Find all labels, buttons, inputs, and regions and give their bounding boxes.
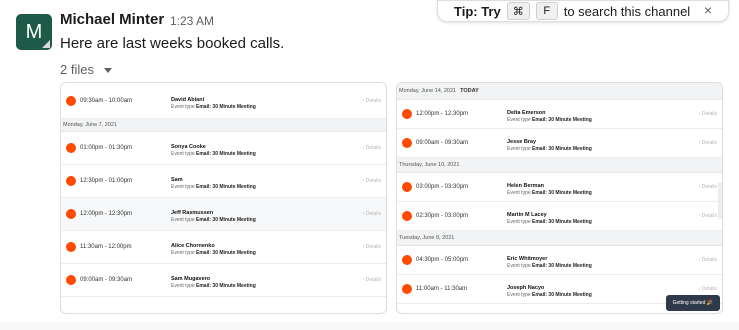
list-item: 09:00am - 09:30am Jesse Bray Event type … <box>397 129 722 158</box>
event-time: 11:30am - 12:00pm <box>80 244 132 250</box>
command-key-icon: ⌘ <box>506 2 530 20</box>
status-dot <box>402 109 412 119</box>
invitee-name: Delta Emerson <box>507 110 546 116</box>
message-text: Here are last weeks booked calls. <box>60 35 285 52</box>
list-item: 04:30pm - 05:00pm Eric Whitmoyer Event t… <box>397 246 722 275</box>
files-toggle[interactable]: 2 files <box>60 62 112 77</box>
today-badge: TODAY <box>460 88 479 94</box>
list-item: 12:00pm - 12:30pm Delta Emerson Event ty… <box>397 100 722 129</box>
status-dot <box>66 143 76 153</box>
caret-down-icon <box>103 68 112 73</box>
event-type: Event type Email: 30 Minute Meeting <box>507 263 592 269</box>
invitee-name: Helen Berman <box>507 183 544 189</box>
list-item: 12:30pm - 01:00pm Sam Event type Email: … <box>61 165 386 198</box>
day-header: Monday, June 7, 2021 <box>61 119 386 132</box>
list-item: 09:30am - 10:00am David Abiani Event typ… <box>61 83 386 119</box>
list-item: 03:00pm - 03:30pm Helen Berman Event typ… <box>397 173 722 202</box>
list-item: 02:30pm - 03:00pm Martin M Lacey Event t… <box>397 202 722 231</box>
details-link[interactable]: › Details <box>699 257 717 263</box>
event-type: Event type Email: 30 Minute Meeting <box>171 151 256 157</box>
files-count-label: 2 files <box>60 62 94 77</box>
getting-started-button[interactable]: Getting started 🎉 <box>665 295 720 311</box>
day-header: Tuesday, June 8, 2021 <box>397 231 722 246</box>
event-time: 03:00pm - 03:30pm <box>416 184 469 190</box>
tip-suffix: to search this channel <box>563 3 691 19</box>
event-type: Event type Email: 30 Minute Meeting <box>507 219 592 225</box>
file-preview-2[interactable]: Monday, June 14, 2021 TODAY 12:00pm - 12… <box>396 82 723 314</box>
avatar-letter: M <box>25 20 43 43</box>
details-link[interactable]: › Details <box>363 244 381 250</box>
list-item: 11:30am - 12:00pm Alice Chornenko Event … <box>61 231 386 264</box>
status-dot <box>402 284 412 294</box>
list-item: 09:00am - 09:30am Sam Mugavero Event typ… <box>61 264 386 297</box>
event-type: Event type Email: 30 Minute Meeting <box>171 217 256 223</box>
status-dot <box>402 211 412 221</box>
status-dot <box>66 242 76 252</box>
invitee-name: Sonya Cooke <box>171 144 206 150</box>
details-link[interactable]: › Details <box>699 111 717 117</box>
event-time: 11:00am - 11:30am <box>416 286 468 292</box>
status-dot <box>66 96 76 106</box>
invitee-name: Joseph Nacyo <box>507 285 545 291</box>
details-link[interactable]: › Details <box>699 213 717 219</box>
event-type: Event type Email: 30 Minute Meeting <box>171 283 256 289</box>
list-item: 12:00pm - 12:30pm Jeff Rasmussen Event t… <box>61 198 386 231</box>
status-dot <box>402 182 412 192</box>
details-link[interactable]: › Details <box>699 184 717 190</box>
event-time: 02:30pm - 03:00pm <box>416 213 469 219</box>
tip-prefix: Tip: Try <box>454 3 501 19</box>
details-link[interactable]: › Details <box>363 178 381 184</box>
event-time: 09:00am - 09:30am <box>416 140 469 146</box>
status-dot <box>66 209 76 219</box>
f-key: F <box>535 2 558 20</box>
scrollbar[interactable] <box>718 183 722 219</box>
avatar[interactable]: M <box>16 14 52 50</box>
event-time: 12:00pm - 12:30pm <box>416 111 469 117</box>
status-dot <box>402 255 412 265</box>
details-link[interactable]: › Details <box>363 145 381 151</box>
details-link[interactable]: › Details <box>699 140 717 146</box>
event-time: 09:00am - 09:30am <box>80 277 133 283</box>
status-dot <box>402 138 412 148</box>
event-time: 12:00pm - 12:30pm <box>80 211 133 217</box>
bottom-divider <box>0 322 739 330</box>
invitee-name: Jesse Bray <box>507 139 537 145</box>
details-link[interactable]: › Details <box>363 211 381 217</box>
event-type: Event type Email: 30 Minute Meeting <box>507 292 592 298</box>
details-link[interactable]: › Details <box>363 277 381 283</box>
status-dot <box>66 275 76 285</box>
day-header: Thursday, June 10, 2021 <box>397 158 722 173</box>
invitee-name: Sam <box>171 177 183 183</box>
day-header-date: Monday, June 14, 2021 <box>399 88 457 94</box>
invitee-name: Eric Whitmoyer <box>507 256 548 262</box>
search-tip-banner: Tip: Try ⌘ F to search this channel × <box>437 0 729 22</box>
invitee-name: Alice Chornenko <box>171 243 215 249</box>
event-type: Event type Email: 30 Minute Meeting <box>507 146 592 152</box>
invitee-name: Martin M Lacey <box>507 212 547 218</box>
details-link[interactable]: › Details <box>363 98 381 104</box>
list-item: 01:00pm - 01:30pm Sonya Cooke Event type… <box>61 132 386 165</box>
event-time: 09:30am - 10:00am <box>80 98 133 104</box>
event-type: Event type Email: 30 Minute Meeting <box>171 250 256 256</box>
event-type: Event type Email: 30 Minute Meeting <box>507 190 592 196</box>
event-type: Event type Email: 30 Minute Meeting <box>507 117 592 123</box>
event-time: 12:30pm - 01:00pm <box>80 178 133 184</box>
status-dot <box>66 176 76 186</box>
invitee-name: David Abiani <box>171 97 205 103</box>
avatar-corner-mark <box>42 40 50 48</box>
message-timestamp[interactable]: 1:23 AM <box>170 14 214 28</box>
invitee-name: Jeff Rasmussen <box>171 210 214 216</box>
event-time: 01:00pm - 01:30pm <box>80 145 133 151</box>
close-icon[interactable]: × <box>704 2 712 18</box>
event-type: Event type Email: 30 Minute Meeting <box>171 184 256 190</box>
event-type: Event type Email: 30 Minute Meeting <box>171 104 256 110</box>
day-header: Monday, June 14, 2021 TODAY <box>397 83 722 100</box>
event-time: 04:30pm - 05:00pm <box>416 257 469 263</box>
details-link[interactable]: › Details <box>699 286 717 292</box>
invitee-name: Sam Mugavero <box>171 276 211 282</box>
file-preview-1[interactable]: 09:30am - 10:00am David Abiani Event typ… <box>60 82 387 314</box>
sender-name[interactable]: Michael Minter <box>60 11 164 28</box>
